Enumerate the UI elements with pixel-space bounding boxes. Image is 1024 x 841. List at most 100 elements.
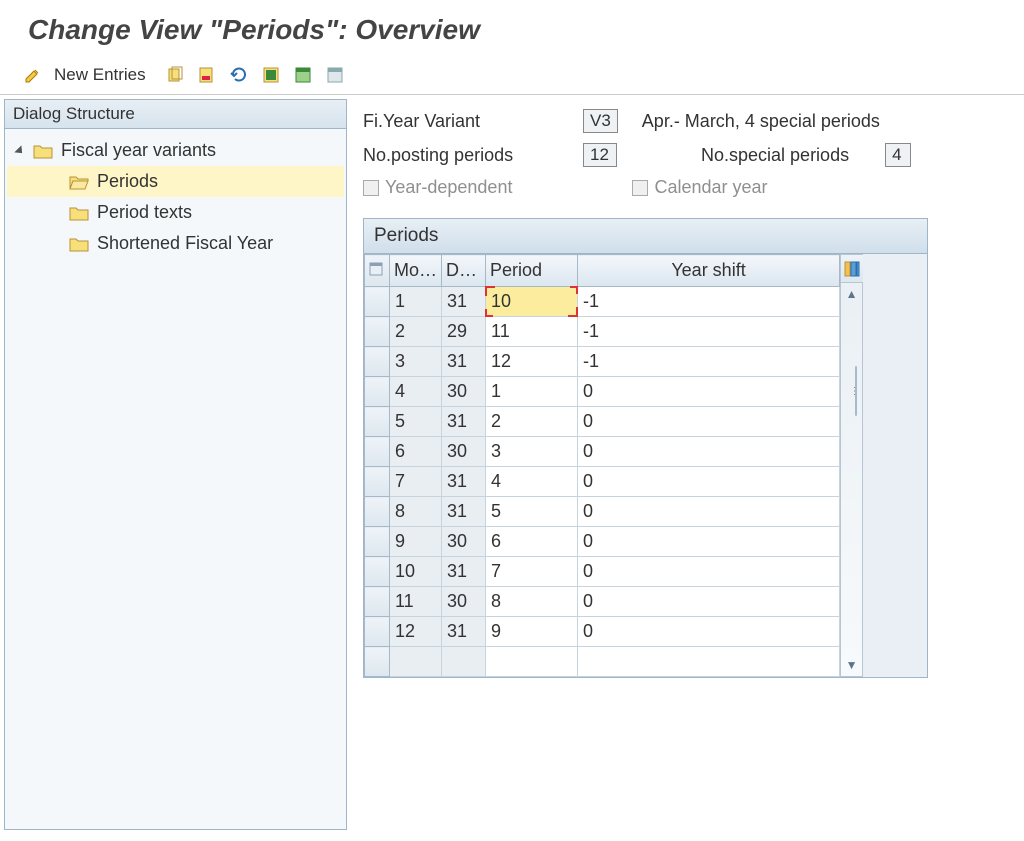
- delete-icon[interactable]: [196, 64, 218, 86]
- cell-year-shift[interactable]: 0: [578, 617, 840, 647]
- cell-month[interactable]: 4: [390, 377, 442, 407]
- tree-root-fiscal-year-variants[interactable]: Fiscal year variants: [7, 135, 344, 166]
- table-row[interactable]: 63030: [365, 437, 840, 467]
- cell-period[interactable]: 3: [486, 437, 578, 467]
- cell-day[interactable]: 31: [442, 497, 486, 527]
- select-all-icon[interactable]: [260, 64, 282, 86]
- scroll-down-icon[interactable]: ▼: [841, 654, 862, 676]
- cell-year-shift[interactable]: 0: [578, 527, 840, 557]
- row-selector[interactable]: [365, 437, 390, 467]
- cell-day[interactable]: 31: [442, 467, 486, 497]
- row-selector[interactable]: [365, 587, 390, 617]
- cell-day[interactable]: [442, 647, 486, 677]
- cell-year-shift[interactable]: -1: [578, 287, 840, 317]
- cell-day[interactable]: 30: [442, 437, 486, 467]
- row-selector[interactable]: [365, 467, 390, 497]
- cell-day[interactable]: 31: [442, 557, 486, 587]
- cell-year-shift[interactable]: -1: [578, 347, 840, 377]
- cell-year-shift[interactable]: 0: [578, 437, 840, 467]
- col-day[interactable]: D…: [442, 255, 486, 287]
- year-dependent-checkbox[interactable]: [363, 180, 379, 196]
- row-selector[interactable]: [365, 647, 390, 677]
- calendar-year-checkbox[interactable]: [632, 180, 648, 196]
- col-month[interactable]: Mo…: [390, 255, 442, 287]
- select-block-icon[interactable]: [292, 64, 314, 86]
- row-selector[interactable]: [365, 377, 390, 407]
- edit-icon[interactable]: [22, 64, 44, 86]
- cell-year-shift[interactable]: -1: [578, 317, 840, 347]
- table-row[interactable]: 43010: [365, 377, 840, 407]
- cell-year-shift[interactable]: 0: [578, 467, 840, 497]
- cell-period[interactable]: 11: [486, 317, 578, 347]
- cell-period[interactable]: 4: [486, 467, 578, 497]
- table-row[interactable]: 33112-1: [365, 347, 840, 377]
- table-row[interactable]: 22911-1: [365, 317, 840, 347]
- cell-year-shift[interactable]: 0: [578, 377, 840, 407]
- new-entries-button[interactable]: New Entries: [54, 65, 146, 85]
- scroll-up-icon[interactable]: ▲: [841, 283, 862, 305]
- cell-day[interactable]: 31: [442, 287, 486, 317]
- cell-month[interactable]: [390, 647, 442, 677]
- cell-month[interactable]: 6: [390, 437, 442, 467]
- deselect-all-icon[interactable]: [324, 64, 346, 86]
- undo-icon[interactable]: [228, 64, 250, 86]
- cell-month[interactable]: 12: [390, 617, 442, 647]
- row-selector[interactable]: [365, 317, 390, 347]
- cell-month[interactable]: 10: [390, 557, 442, 587]
- table-row[interactable]: 93060: [365, 527, 840, 557]
- cell-day[interactable]: 30: [442, 527, 486, 557]
- scroll-grip-icon[interactable]: ⋮: [855, 366, 857, 416]
- cell-period[interactable]: 6: [486, 527, 578, 557]
- table-row[interactable]: 83150: [365, 497, 840, 527]
- col-year-shift[interactable]: Year shift: [578, 255, 840, 287]
- sidebar-item-period-texts[interactable]: Period texts: [7, 197, 344, 228]
- select-column-header[interactable]: [365, 255, 390, 287]
- cell-period[interactable]: 1: [486, 377, 578, 407]
- cell-month[interactable]: 7: [390, 467, 442, 497]
- cell-year-shift[interactable]: 0: [578, 557, 840, 587]
- periods-table[interactable]: Mo… D… Period Year shift 13110-122911-13…: [364, 254, 840, 677]
- cell-month[interactable]: 2: [390, 317, 442, 347]
- row-selector[interactable]: [365, 527, 390, 557]
- cell-year-shift[interactable]: 0: [578, 407, 840, 437]
- cell-month[interactable]: 8: [390, 497, 442, 527]
- table-config-icon[interactable]: [841, 255, 863, 283]
- cell-period[interactable]: 8: [486, 587, 578, 617]
- cell-period[interactable]: [486, 647, 578, 677]
- row-selector[interactable]: [365, 407, 390, 437]
- cell-day[interactable]: 30: [442, 587, 486, 617]
- cell-period[interactable]: 9: [486, 617, 578, 647]
- cell-month[interactable]: 1: [390, 287, 442, 317]
- col-period[interactable]: Period: [486, 255, 578, 287]
- cell-month[interactable]: 3: [390, 347, 442, 377]
- cell-period[interactable]: 7: [486, 557, 578, 587]
- cell-day[interactable]: 31: [442, 407, 486, 437]
- cell-year-shift[interactable]: 0: [578, 587, 840, 617]
- cell-period[interactable]: 5: [486, 497, 578, 527]
- table-scrollbar[interactable]: ▲ ⋮ ▼: [840, 254, 863, 677]
- table-row[interactable]: 123190: [365, 617, 840, 647]
- sidebar-item-periods[interactable]: Periods: [7, 166, 344, 197]
- table-row[interactable]: 113080: [365, 587, 840, 617]
- cell-day[interactable]: 30: [442, 377, 486, 407]
- cell-period[interactable]: 10: [486, 287, 578, 317]
- cell-year-shift[interactable]: 0: [578, 497, 840, 527]
- cell-day[interactable]: 31: [442, 347, 486, 377]
- cell-month[interactable]: 5: [390, 407, 442, 437]
- copy-icon[interactable]: [164, 64, 186, 86]
- row-selector[interactable]: [365, 287, 390, 317]
- cell-month[interactable]: 11: [390, 587, 442, 617]
- cell-month[interactable]: 9: [390, 527, 442, 557]
- table-row[interactable]: 73140: [365, 467, 840, 497]
- sidebar-item-shortened-fiscal-year[interactable]: Shortened Fiscal Year: [7, 228, 344, 259]
- row-selector[interactable]: [365, 557, 390, 587]
- row-selector[interactable]: [365, 347, 390, 377]
- cell-period[interactable]: 2: [486, 407, 578, 437]
- cell-period[interactable]: 12: [486, 347, 578, 377]
- expand-icon[interactable]: [14, 145, 25, 156]
- table-row[interactable]: 13110-1: [365, 287, 840, 317]
- row-selector[interactable]: [365, 617, 390, 647]
- row-selector[interactable]: [365, 497, 390, 527]
- cell-day[interactable]: 29: [442, 317, 486, 347]
- cell-year-shift[interactable]: [578, 647, 840, 677]
